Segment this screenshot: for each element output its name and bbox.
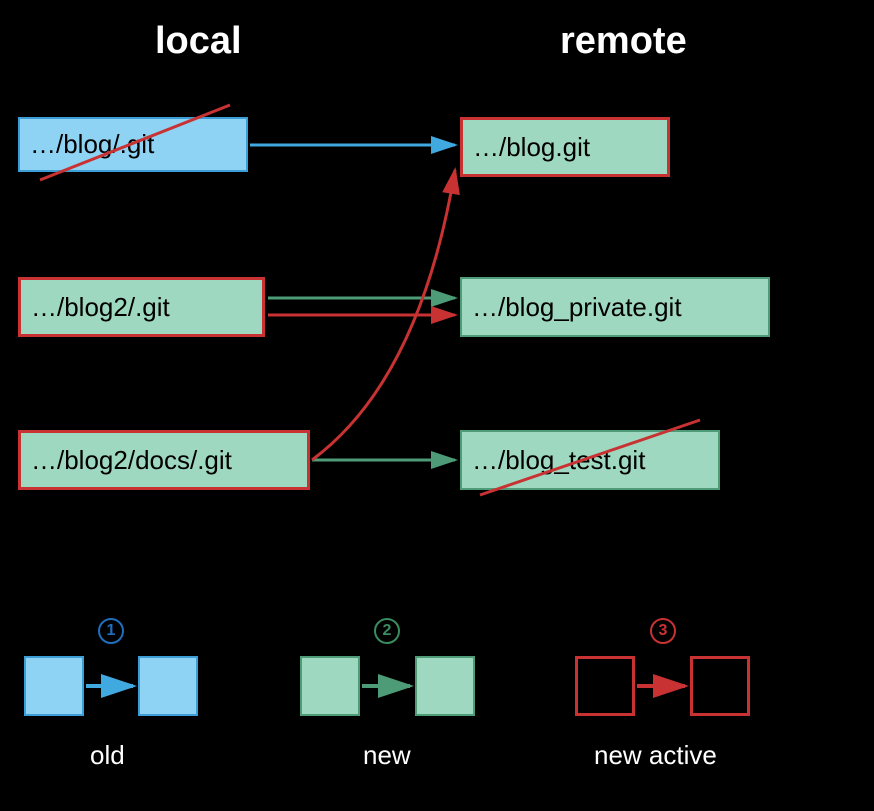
legend-text-old: old xyxy=(90,740,125,771)
box-local-blog: …/blog/.git xyxy=(18,117,248,172)
box-remote-blog-private: …/blog_private.git xyxy=(460,277,770,337)
legend-text-new: new xyxy=(363,740,411,771)
header-remote: remote xyxy=(560,20,687,63)
legend-box-old-a xyxy=(24,656,84,716)
legend-box-new-a xyxy=(300,656,360,716)
legend-box-old-b xyxy=(138,656,198,716)
box-local-blog2: …/blog2/.git xyxy=(18,277,265,337)
header-local: local xyxy=(155,20,242,63)
legend-num-1: 1 xyxy=(98,618,124,644)
legend-text-active: new active xyxy=(594,740,717,771)
legend-box-active-b xyxy=(690,656,750,716)
legend-num-3: 3 xyxy=(650,618,676,644)
legend-box-active-a xyxy=(575,656,635,716)
box-local-blog2-docs: …/blog2/docs/.git xyxy=(18,430,310,490)
box-remote-blog-test: …/blog_test.git xyxy=(460,430,720,490)
legend-box-new-b xyxy=(415,656,475,716)
box-remote-blog: …/blog.git xyxy=(460,117,670,177)
legend-num-2: 2 xyxy=(374,618,400,644)
